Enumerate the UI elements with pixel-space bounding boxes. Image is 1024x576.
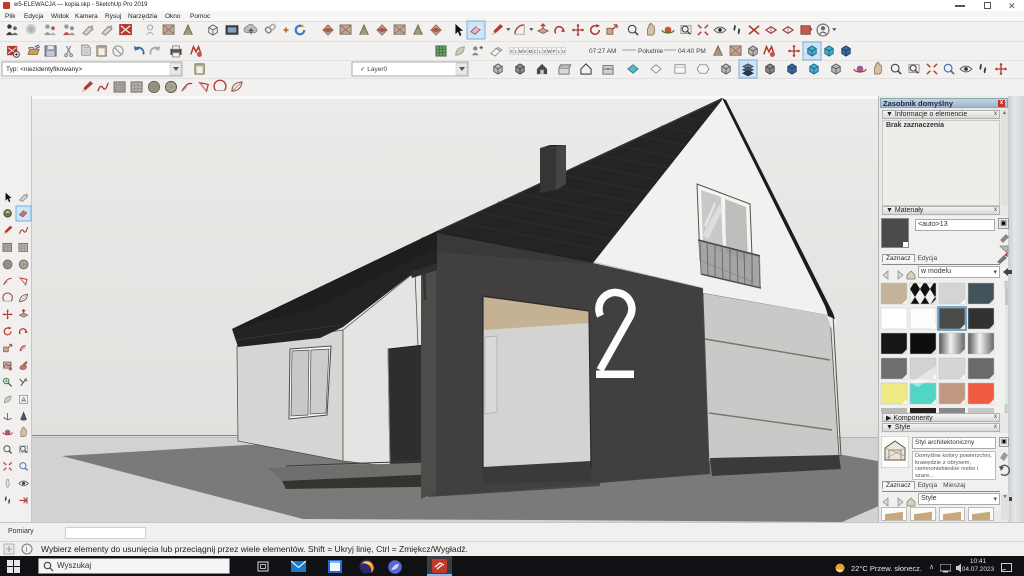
svg-text:✓ Layer0: ✓ Layer0 <box>360 66 388 73</box>
svg-text:04:40 PM: 04:40 PM <box>678 48 706 55</box>
svg-text:S: S <box>510 49 513 54</box>
svg-text:Południe: Południe <box>638 48 664 55</box>
svg-text:i: i <box>26 547 28 554</box>
svg-text:M: M <box>529 49 533 54</box>
svg-text:K: K <box>524 49 527 54</box>
svg-text:Typ: <niezidentyfikowany>: Typ: <niezidentyfikowany> <box>6 66 82 73</box>
svg-text:07:27 AM: 07:27 AM <box>589 48 616 55</box>
svg-text:S: S <box>543 49 546 54</box>
svg-text:C: C <box>534 49 537 54</box>
svg-text:U: U <box>562 49 565 54</box>
svg-text:P: P <box>553 49 556 54</box>
svg-text:M: M <box>519 49 523 54</box>
svg-text:A: A <box>21 397 26 404</box>
svg-text:W: W <box>547 49 551 54</box>
